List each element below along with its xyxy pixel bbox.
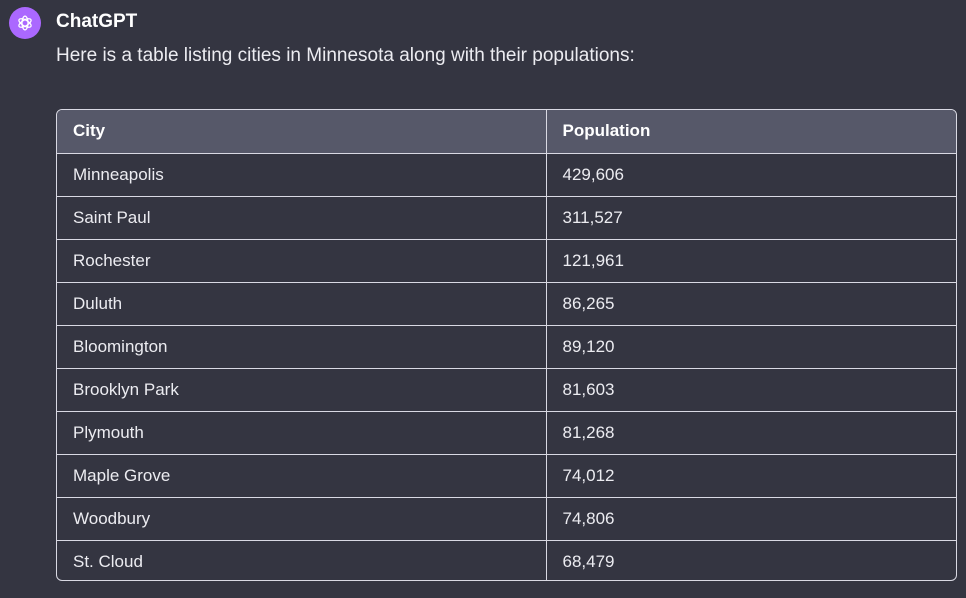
city-cell: Plymouth (57, 411, 547, 454)
population-cell: 121,961 (562, 250, 624, 270)
population-cell: 81,268 (562, 422, 615, 442)
cities-table: City Population Minneapolis 429,606 Sain… (56, 109, 957, 581)
city-cell: Rochester (57, 239, 547, 282)
city-cell: Maple Grove (57, 454, 547, 497)
table-row: Saint Paul 311,527 (57, 196, 956, 239)
table-row: Duluth 86,265 (57, 282, 956, 325)
table-row: Plymouth 81,268 (57, 411, 956, 454)
table-row: Brooklyn Park 81,603 (57, 368, 956, 411)
table-row: Maple Grove 74,012 (57, 454, 956, 497)
table-row: Rochester 121,961 (57, 239, 956, 282)
population-cell: 311,527 (562, 207, 623, 227)
chatgpt-avatar (9, 7, 41, 39)
city-cell: Brooklyn Park (57, 368, 547, 411)
population-cell: 74,012 (562, 465, 615, 485)
population-cell: 86,265 (562, 293, 615, 313)
table-row: St. Cloud 68,479 (57, 540, 956, 580)
table-header-row: City Population (57, 110, 956, 153)
column-header-city: City (57, 110, 547, 153)
message-intro-text: Here is a table listing cities in Minnes… (56, 45, 635, 66)
table-row: Minneapolis 429,606 (57, 153, 956, 196)
city-cell: Duluth (57, 282, 547, 325)
city-cell: Bloomington (57, 325, 547, 368)
population-cell: 429,606 (562, 164, 624, 184)
population-cell: 68,479 (562, 551, 615, 571)
city-cell: Saint Paul (57, 196, 547, 239)
population-cell: 74,806 (562, 508, 615, 528)
table-row: Woodbury 74,806 (57, 497, 956, 540)
message-author: ChatGPT (56, 11, 138, 32)
city-cell: Woodbury (57, 497, 547, 540)
city-cell: St. Cloud (57, 540, 547, 580)
table-row: Bloomington 89,120 (57, 325, 956, 368)
column-header-population: Population (562, 121, 651, 141)
city-cell: Minneapolis (57, 153, 547, 196)
population-cell: 81,603 (562, 379, 615, 399)
population-cell: 89,120 (562, 336, 615, 356)
openai-logo-icon (18, 15, 32, 31)
